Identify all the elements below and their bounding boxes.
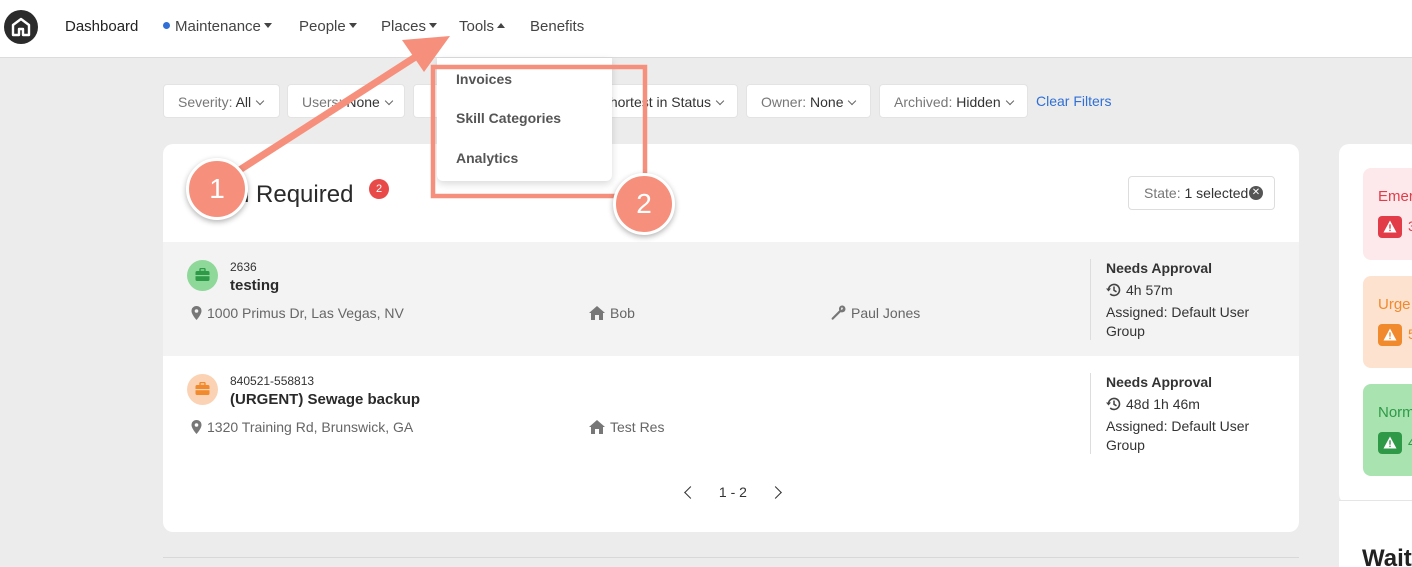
resident: Bob [589, 305, 635, 321]
chevron-down-icon [715, 96, 725, 106]
severity-filter[interactable]: Severity: All [163, 84, 280, 118]
divider [1090, 373, 1091, 454]
tools-dropdown-menu: Invoices Skill Categories Analytics [437, 58, 612, 181]
divider [163, 557, 1299, 558]
chevron-down-icon [848, 96, 857, 106]
menu-item-analytics[interactable]: Analytics [456, 150, 518, 166]
clear-filters-link[interactable]: Clear Filters [1036, 93, 1111, 109]
menu-item-invoices[interactable]: Invoices [456, 71, 512, 87]
work-order-icon [187, 260, 218, 291]
nav-tools[interactable]: Tools [459, 18, 506, 35]
owner-filter[interactable]: Owner: None [746, 84, 871, 118]
technician: Paul Jones [831, 305, 920, 321]
warning-icon [1378, 324, 1402, 346]
resident: Test Res [589, 419, 664, 435]
warning-icon [1378, 432, 1402, 454]
map-pin-icon [191, 420, 202, 434]
briefcase-icon [195, 268, 210, 281]
caret-down-icon [429, 23, 438, 28]
time-in-status: 48d 1h 46m [1106, 396, 1200, 412]
status-label: Needs Approval [1106, 374, 1213, 390]
app-logo[interactable] [4, 10, 38, 44]
assigned-group: Assigned: Default User Group [1106, 418, 1250, 453]
work-order-row[interactable]: 840521-558813 (URGENT) Sewage backup 132… [163, 356, 1299, 470]
nav-dashboard[interactable]: Dashboard [65, 18, 138, 35]
work-order-title: testing [230, 277, 280, 294]
home-icon [589, 420, 605, 434]
chevron-right-icon[interactable] [768, 486, 782, 499]
chevron-left-icon[interactable] [684, 486, 697, 499]
divider [1090, 259, 1091, 340]
work-order-number: 2636 [230, 260, 257, 274]
status-label: Needs Approval [1106, 260, 1213, 276]
section-title: n Required [236, 181, 354, 208]
severity-card-emergency[interactable]: Emer 3 [1363, 168, 1412, 260]
work-order-title: (URGENT) Sewage backup [230, 391, 421, 408]
nav-maintenance[interactable]: Maintenance [163, 18, 272, 35]
pagination: 1 - 2 [680, 484, 782, 500]
archived-filter[interactable]: Archived: Hidden [879, 84, 1028, 118]
state-filter-chip[interactable]: State: 1 selected ✕ [1128, 176, 1275, 210]
history-icon [1106, 397, 1121, 411]
annotation-marker-1: 1 [186, 158, 248, 220]
nav-places[interactable]: Places [381, 18, 438, 35]
chevron-down-icon [1005, 96, 1014, 106]
chevron-down-icon [384, 96, 394, 106]
severity-card-urgent[interactable]: Urge 5 [1363, 276, 1412, 368]
warning-icon [1378, 216, 1402, 238]
work-order-number: 840521-558813 [230, 374, 315, 388]
notification-dot [163, 22, 170, 29]
time-in-status: 4h 57m [1106, 282, 1173, 298]
work-order-icon [187, 374, 218, 405]
work-order-row[interactable]: 2636 testing 1000 Primus Dr, Las Vegas, … [163, 242, 1299, 356]
home-logo-icon [11, 17, 31, 37]
history-icon [1106, 283, 1121, 297]
caret-down-icon [263, 23, 272, 28]
users-filter[interactable]: Users: None [287, 84, 405, 118]
waiting-panel: Wait [1339, 500, 1412, 567]
page-range: 1 - 2 [718, 484, 747, 500]
address: 1000 Primus Dr, Las Vegas, NV [191, 305, 404, 321]
nav-people[interactable]: People [299, 18, 357, 35]
menu-item-skill-categories[interactable]: Skill Categories [456, 110, 561, 126]
assigned-group: Assigned: Default User Group [1106, 304, 1250, 339]
waiting-heading: Wait [1362, 545, 1412, 567]
chevron-down-icon [255, 96, 265, 106]
address: 1320 Training Rd, Brunswick, GA [191, 419, 413, 435]
count-badge: 2 [369, 179, 389, 199]
wrench-icon [831, 305, 846, 320]
caret-down-icon [348, 23, 357, 28]
nav-benefits[interactable]: Benefits [530, 18, 584, 35]
map-pin-icon [191, 306, 202, 320]
briefcase-icon [195, 382, 210, 395]
annotation-marker-2: 2 [613, 173, 675, 235]
home-icon [589, 306, 605, 320]
top-navbar: Dashboard Maintenance People Places Tool… [0, 0, 1412, 58]
severity-card-normal[interactable]: Norm 4 [1363, 384, 1412, 476]
caret-up-icon [497, 23, 506, 28]
clear-state-icon[interactable]: ✕ [1249, 186, 1263, 200]
